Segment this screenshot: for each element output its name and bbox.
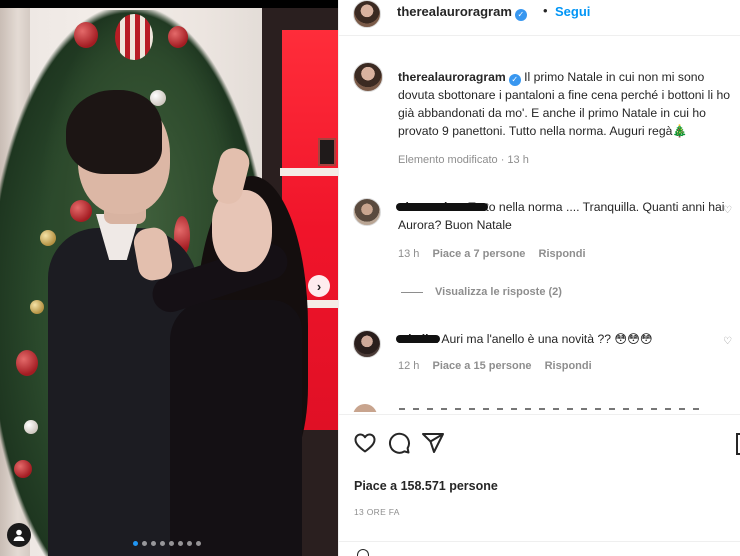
reply-button[interactable]: Rispondi [539,248,586,260]
user-icon [13,529,25,541]
header-username[interactable]: therealauroragram ✓ [397,4,527,21]
comment-text: Auri ma l'anello è una novità ?? 😳😳😳 [441,332,653,346]
likes-text: Piace a 158.571 persone [354,479,498,493]
follow-button[interactable]: Segui [555,4,590,19]
comment-meta: 13 h Piace a 7 persone Rispondi [398,248,596,260]
view-replies-label: Visualizza le risposte (2) [435,286,562,298]
reply-button[interactable]: Rispondi [545,360,592,372]
comment-like-icon[interactable]: ♡ [723,336,732,347]
chevron-right-icon: › [316,278,322,294]
comment: ...i...ll... Auri ma l'anello è una novi… [398,330,734,348]
caption: therealauroragram ✓ Il primo Natale in cu… [398,68,738,140]
carousel-dot [133,541,138,546]
comment-likes[interactable]: Piace a 7 persone [432,248,525,260]
photo-ornament [14,460,32,478]
photo-man-hair [66,90,162,174]
comment-like-icon[interactable]: ♡ [723,205,732,216]
view-replies-button[interactable]: Visualizza le risposte (2) [401,286,562,298]
comment-likes[interactable]: Piace a 15 persone [432,360,531,372]
comment-age: 12 h [398,360,420,372]
photo-shelf-object [318,138,336,166]
verified-badge-icon: ✓ [514,8,527,21]
comment-meta: 12 h Piace a 15 persone Rispondi [398,360,602,372]
photo-shelf-board [280,168,338,176]
carousel-dot [142,541,147,546]
comment-age: 13 h [398,248,420,260]
photo-ornament [30,300,44,314]
post-timestamp: 13 ORE FA [354,507,400,517]
photo-ornament [74,22,98,48]
photo-ornament [40,230,56,246]
comment-text-cut [399,408,699,410]
post-side-panel: therealauroragram ✓ • Segui therealaurora… [338,0,740,556]
photo-woman-dress [170,300,302,556]
comment-cut-off [353,402,733,412]
carousel-dot [160,541,165,546]
carousel-dot [178,541,183,546]
comment-bubble-icon[interactable] [387,431,411,455]
carousel-dot [169,541,174,546]
header-separator: • [543,3,548,18]
comment-avatar [353,404,377,412]
emoji-icon[interactable] [357,549,369,556]
comment-avatar[interactable] [353,330,381,358]
paper-plane-icon[interactable] [421,431,445,455]
photo-ornament [24,420,38,434]
username-redaction [396,203,488,211]
bookmark-icon[interactable] [736,433,740,455]
heart-icon[interactable] [353,431,377,455]
comment-avatar[interactable] [353,198,381,226]
photo-ornament [168,26,188,48]
divider [339,541,740,542]
reply-line [401,291,423,293]
verified-badge-icon: ✓ [508,74,521,86]
photo-ornament [70,200,92,222]
photo-ornament [115,14,153,60]
username-redaction [396,335,440,343]
carousel-dot [151,541,156,546]
avatar[interactable] [353,0,381,28]
likes-count[interactable]: Piace a 158.571 persone [354,479,498,493]
caption-edited-meta: Elemento modificato · 13 h [398,154,529,166]
carousel-indicator [133,541,201,549]
post-actions: Piace a 158.571 persone 13 ORE FA [339,414,740,556]
photo-ornament [16,350,38,376]
header-username-text[interactable]: therealauroragram [397,4,512,19]
post-photo[interactable]: › [0,0,338,556]
tagged-users-button[interactable] [7,523,31,547]
carousel-dot [187,541,192,546]
photo-top-bar [0,0,338,8]
post-header: therealauroragram ✓ • Segui [339,0,740,36]
caption-avatar[interactable] [353,62,383,92]
caption-username[interactable]: therealauroragram [398,70,506,84]
carousel-next-button[interactable]: › [308,275,330,297]
carousel-dot [196,541,201,546]
